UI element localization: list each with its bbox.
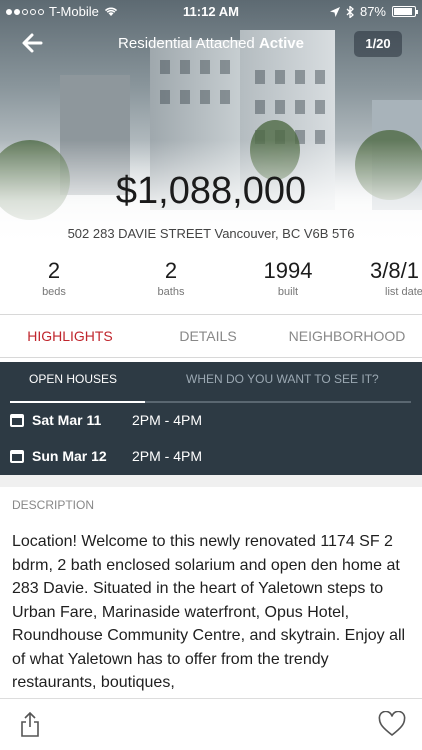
stat-label: beds (42, 286, 66, 298)
section-divider (0, 475, 422, 487)
stat-value: 2 (164, 258, 178, 283)
stat-value: 2 (47, 258, 61, 283)
bluetooth-icon (346, 5, 354, 18)
stat-baths: 2 baths (126, 258, 216, 298)
location-icon (329, 6, 340, 17)
detail-tabs: HIGHLIGHTS DETAILS NEIGHBORHOOD (0, 314, 422, 358)
battery-percent: 87% (359, 4, 386, 19)
description-text: Location! Welcome to this newly renovate… (12, 533, 406, 691)
open-house-time: 2PM - 4PM (132, 412, 203, 428)
tab-request-showing[interactable]: WHEN DO YOU WANT TO SEE IT? (186, 372, 379, 386)
listing-price: $1,088,000 (115, 170, 307, 212)
calendar-icon (10, 413, 24, 427)
open-house-time: 2PM - 4PM (132, 448, 203, 464)
open-house-date: Sun Mar 12 (32, 448, 107, 464)
stat-label: built (277, 286, 299, 298)
description-label: DESCRIPTION (12, 498, 95, 512)
status-bar: T-Mobile 11:12 AM 87% (0, 0, 422, 22)
battery-icon (392, 6, 418, 17)
stat-beds: 2 beds (9, 258, 99, 298)
open-house-row[interactable]: Sat Mar 11 2PM - 4PM (10, 410, 202, 430)
tab-indicator (10, 401, 411, 403)
photo-pager[interactable]: 1/20 (354, 31, 402, 57)
stat-label: list date (385, 286, 422, 298)
listing-stats: 2 beds 2 baths 1994 built 3/8/1 list dat… (0, 258, 422, 304)
bottom-toolbar (0, 698, 422, 750)
tab-neighborhood[interactable]: NEIGHBORHOOD (280, 315, 414, 358)
nav-bar: Residential Attached Active 1/20 (0, 28, 422, 60)
tab-open-houses[interactable]: OPEN HOUSES (29, 372, 117, 386)
stat-label: baths (157, 286, 185, 298)
property-type: Residential Attached (118, 35, 255, 52)
tab-highlights[interactable]: HIGHLIGHTS (10, 315, 130, 358)
tab-details[interactable]: DETAILS (148, 315, 268, 358)
open-house-row[interactable]: Sun Mar 12 2PM - 4PM (10, 446, 202, 466)
open-houses-panel: OPEN HOUSES WHEN DO YOU WANT TO SEE IT? … (0, 362, 422, 475)
stat-value: 1994 (263, 258, 313, 283)
listing-address: 502 283 DAVIE STREET Vancouver, BC V6B 5… (67, 226, 355, 241)
share-icon[interactable] (20, 711, 40, 737)
stat-list-date: 3/8/1 list date (358, 258, 422, 298)
listing-status: Active (258, 35, 304, 52)
heart-icon[interactable] (378, 711, 406, 737)
stat-built: 1994 built (243, 258, 333, 298)
calendar-icon (10, 449, 24, 463)
stat-value: 3/8/1 (370, 258, 419, 283)
open-house-date: Sat Mar 11 (32, 412, 102, 428)
